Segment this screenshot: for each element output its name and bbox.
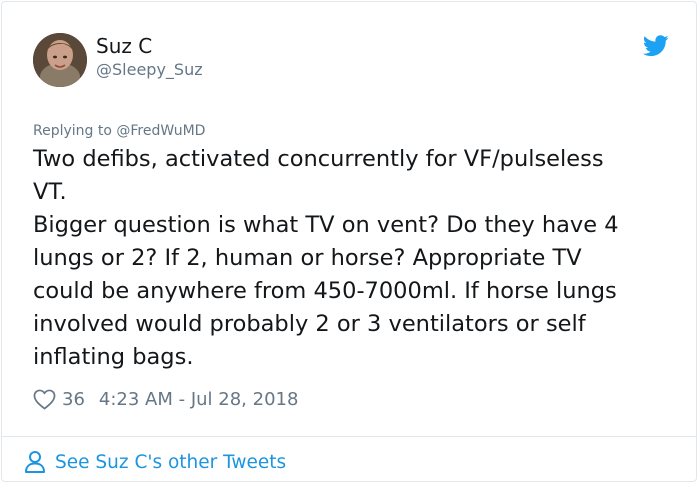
display-name[interactable]: Suz C — [96, 33, 152, 59]
tweet-meta: 36 4:23 AM - Jul 28, 2018 — [33, 385, 298, 413]
see-other-tweets-link[interactable]: See Suz C's other Tweets — [24, 448, 286, 476]
avatar[interactable] — [33, 33, 87, 87]
tweet-text: Two defibs, activated concurrently for V… — [33, 146, 619, 370]
replying-to-handle-link[interactable]: @FredWuMD — [116, 123, 205, 139]
user-handle[interactable]: @Sleepy_Suz — [96, 59, 203, 81]
replying-to-prefix: Replying to — [33, 123, 117, 139]
replying-to: Replying to @FredWuMD — [33, 121, 205, 141]
avatar-photo — [33, 33, 87, 87]
tweet-card: Suz C @Sleepy_Suz Replying to @FredWuMD … — [1, 1, 697, 482]
divider — [2, 436, 696, 437]
like-count[interactable]: 36 — [62, 389, 85, 410]
heart-icon[interactable] — [33, 389, 56, 410]
see-other-tweets-label: See Suz C's other Tweets — [55, 451, 287, 473]
timestamp[interactable]: 4:23 AM - Jul 28, 2018 — [99, 389, 299, 410]
twitter-bird-icon[interactable] — [643, 35, 669, 57]
person-icon — [25, 451, 45, 473]
